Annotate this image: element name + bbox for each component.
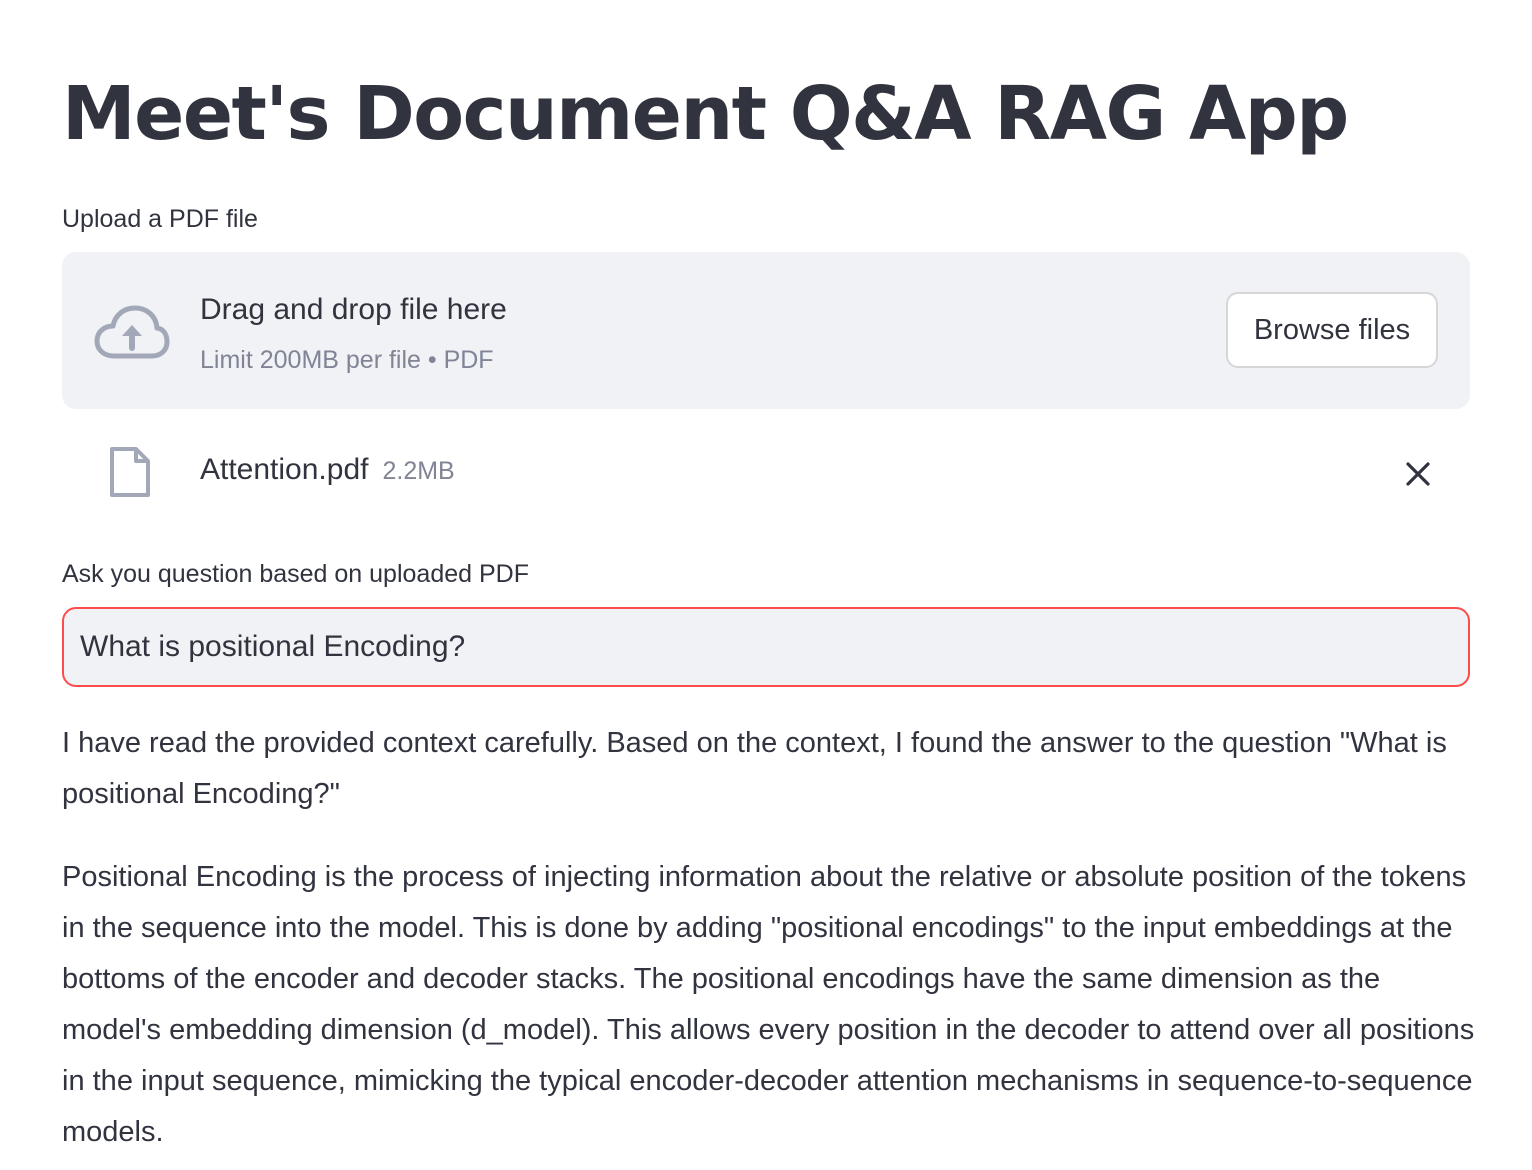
file-dropzone[interactable]: Drag and drop file here Limit 200MB per …	[62, 252, 1470, 409]
file-size: 2.2MB	[382, 457, 455, 485]
close-icon[interactable]	[1398, 454, 1438, 494]
answer-paragraph: Positional Encoding is the process of in…	[62, 861, 1475, 1148]
cloud-upload-icon	[94, 305, 170, 359]
file-name-text: Attention.pdf	[200, 453, 369, 486]
answer-output: I have read the provided context careful…	[62, 718, 1482, 1170]
uploaded-file-item: Attention.pdf 2.2MB	[62, 440, 1470, 504]
question-label: Ask you question based on uploaded PDF	[62, 560, 529, 588]
question-input[interactable]	[62, 607, 1470, 687]
dropzone-title: Drag and drop file here	[200, 293, 507, 326]
file-icon	[110, 447, 150, 497]
browse-files-button[interactable]: Browse files	[1226, 292, 1438, 368]
dropzone-subtitle: Limit 200MB per file • PDF	[200, 346, 494, 374]
answer-paragraph: I have read the provided context careful…	[62, 727, 1447, 810]
upload-label: Upload a PDF file	[62, 205, 258, 233]
page-title: Meet's Document Q&A RAG App	[62, 71, 1349, 157]
uploaded-file-name: Attention.pdf 2.2MB	[200, 450, 455, 491]
